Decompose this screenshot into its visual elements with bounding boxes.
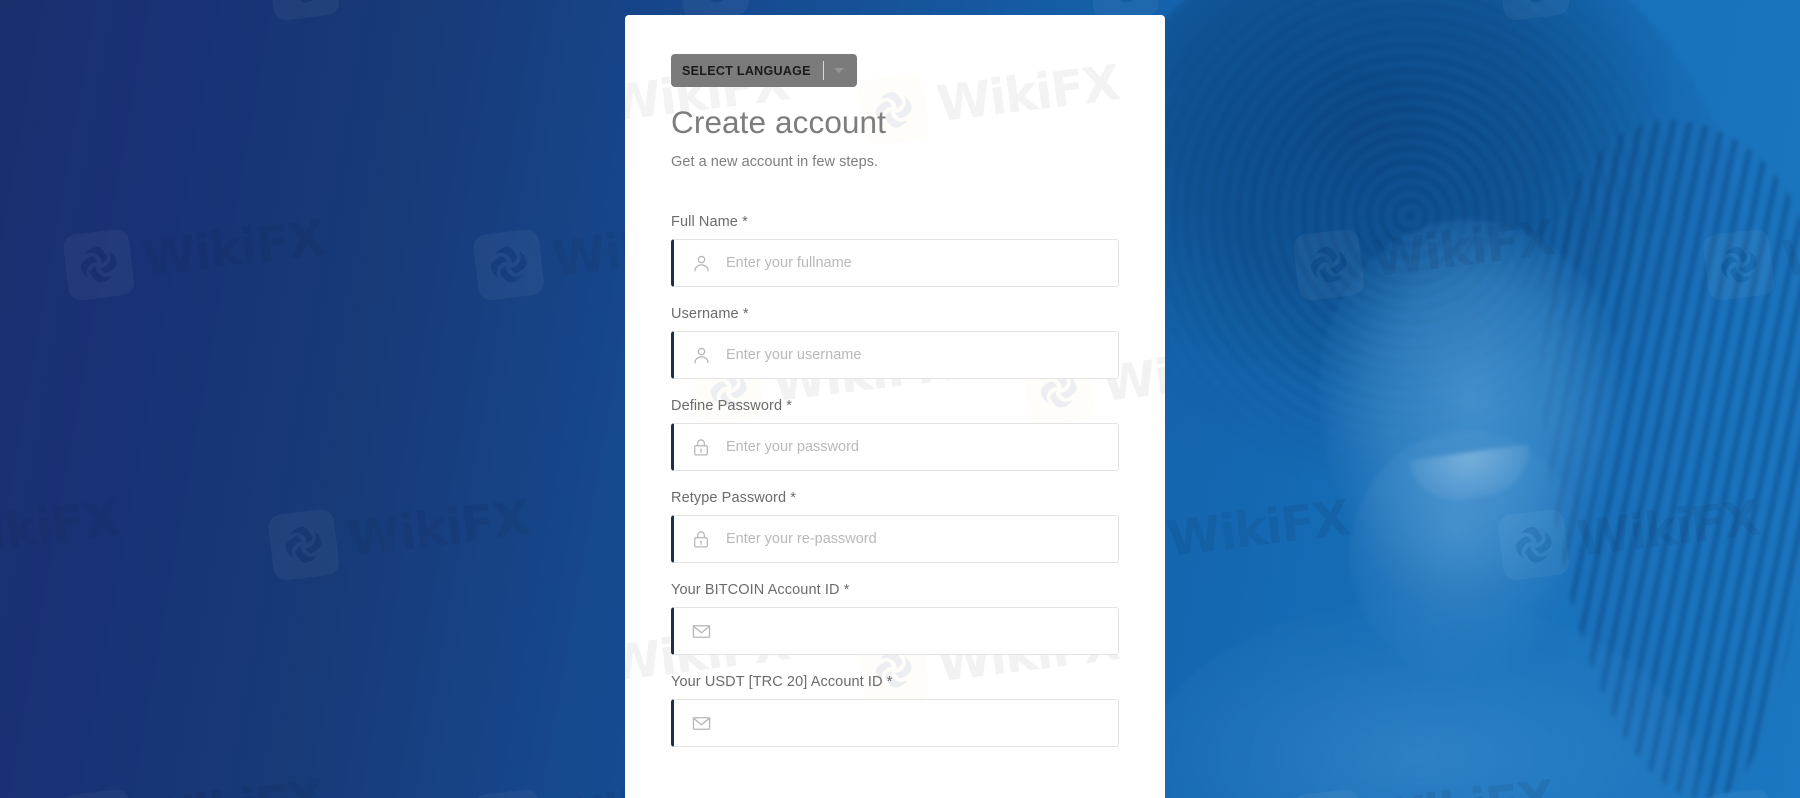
input-container-bitcoin-account-id[interactable] [671, 607, 1119, 656]
field-label-username: Username * [671, 306, 749, 323]
input-fullname[interactable] [726, 240, 1118, 287]
field-label-usdt-account-id: Your USDT [TRC 20] Account ID * [671, 674, 893, 691]
field-label-bitcoin-account-id: Your BITCOIN Account ID * [671, 582, 850, 599]
signup-card: WikiFX WikiFX WikiFX SELECT LANGUAGE Cre… [625, 15, 1165, 798]
page-title: Create account [671, 104, 887, 140]
form-field-usdt-account-id: Your USDT [TRC 20] Account ID * [671, 674, 1119, 748]
input-bitcoin-account-id[interactable] [726, 608, 1118, 655]
field-label-password: Define Password * [671, 398, 792, 415]
input-container-fullname[interactable] [671, 239, 1119, 288]
signup-form: Full Name * Username * Define Password * [671, 214, 1119, 748]
lock-icon [690, 437, 712, 457]
input-container-usdt-account-id[interactable] [671, 699, 1119, 748]
select-language-separator [822, 61, 824, 80]
form-field-fullname: Full Name * [671, 214, 1119, 288]
select-language-label: SELECT LANGUAGE [682, 63, 811, 78]
person-icon [690, 253, 712, 274]
input-container-password[interactable] [671, 423, 1119, 472]
input-username[interactable] [726, 332, 1118, 379]
input-password[interactable] [726, 424, 1118, 471]
input-usdt-account-id[interactable] [726, 700, 1118, 747]
field-label-fullname: Full Name * [671, 214, 748, 231]
input-container-re-password[interactable] [671, 515, 1119, 564]
input-re-password[interactable] [726, 516, 1118, 563]
input-container-username[interactable] [671, 331, 1119, 380]
chevron-down-icon [833, 68, 844, 73]
form-field-password: Define Password * [671, 398, 1119, 472]
field-label-re-password: Retype Password * [671, 490, 797, 507]
person-icon [690, 345, 712, 366]
select-language-dropdown[interactable]: SELECT LANGUAGE [671, 54, 857, 87]
envelope-icon [690, 621, 712, 642]
form-field-username: Username * [671, 306, 1119, 380]
form-field-re-password: Retype Password * [671, 490, 1119, 564]
page-subtitle: Get a new account in few steps. [671, 154, 879, 171]
envelope-icon [690, 713, 712, 734]
lock-icon [690, 529, 712, 549]
form-field-bitcoin-account-id: Your BITCOIN Account ID * [671, 582, 1119, 656]
